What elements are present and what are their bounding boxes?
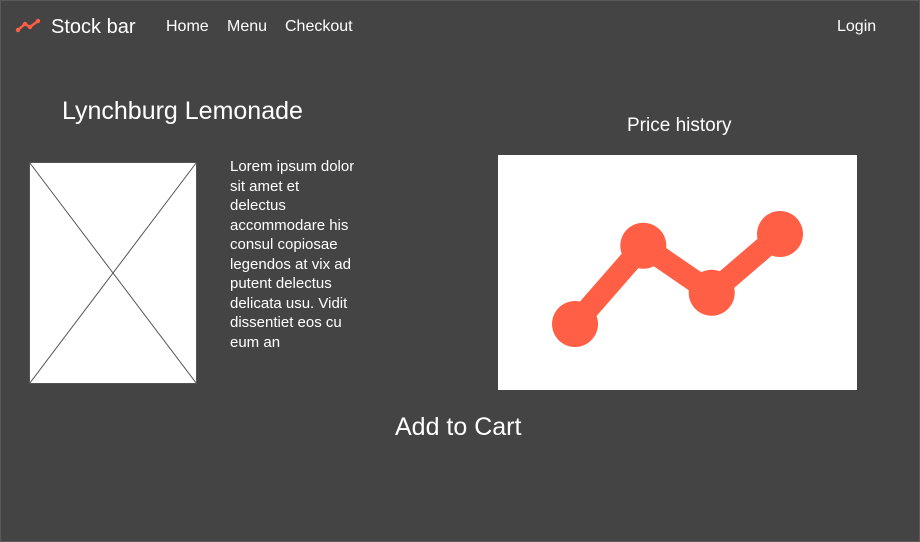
nav-menu-link[interactable]: Menu: [227, 18, 267, 36]
brand-name[interactable]: Stock bar: [51, 16, 135, 39]
trend-line-icon: [15, 18, 41, 33]
chart-plot: [552, 211, 803, 347]
series-line: [564, 223, 791, 335]
image-placeholder-icon: [29, 162, 197, 384]
product-title: Lynchburg Lemonade: [62, 97, 303, 125]
app-frame: Stock bar Home Menu Checkout Login Lynch…: [0, 0, 920, 542]
product-description: Lorem ipsum dolor sit amet et delectus a…: [230, 158, 355, 351]
data-point-1: [552, 301, 598, 347]
data-point-4: [757, 211, 803, 257]
price-history-chart: [498, 155, 857, 390]
nav-home-link[interactable]: Home: [166, 18, 209, 36]
data-point-3: [688, 269, 735, 316]
nav-checkout-link[interactable]: Checkout: [285, 18, 353, 36]
login-link[interactable]: Login: [837, 18, 876, 36]
add-to-cart-button[interactable]: Add to Cart: [395, 413, 521, 442]
data-point-2: [620, 222, 667, 269]
chart-title: Price history: [627, 115, 732, 136]
